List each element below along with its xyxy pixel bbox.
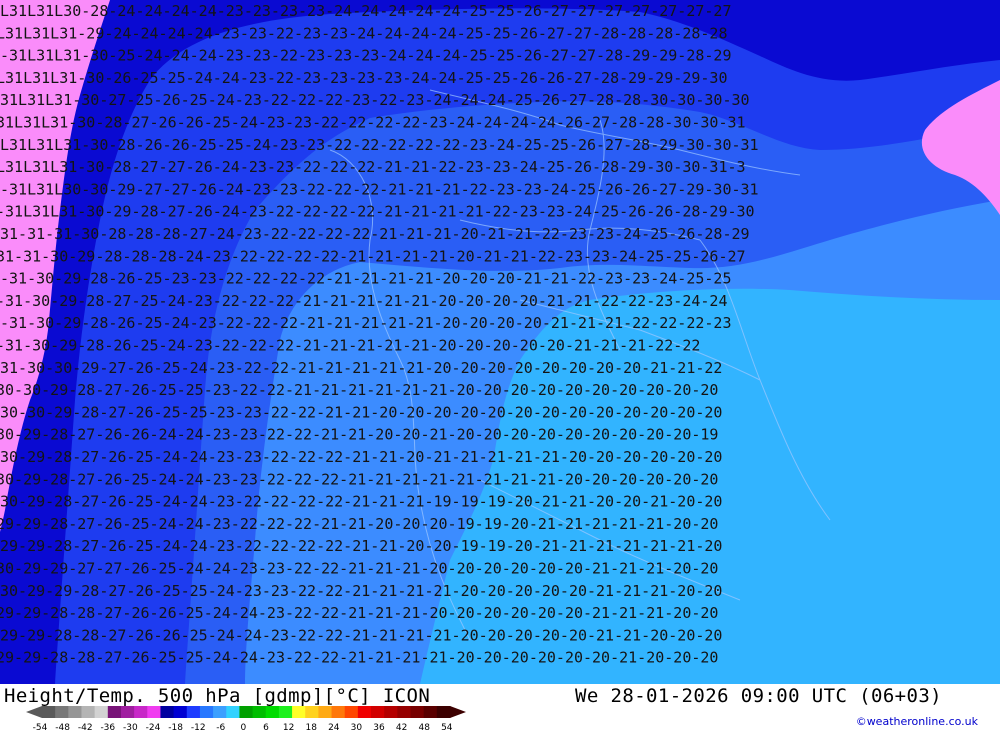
temperature-field: L31L31L30-28-24-24-24-24-23-23-23-23-24-… bbox=[0, 0, 1000, 684]
scale-label: 42 bbox=[396, 723, 407, 732]
scale-swatch bbox=[68, 706, 82, 718]
scale-label: 54 bbox=[441, 723, 453, 732]
contour-label-row: 30-29-28-27-26-26-24-24-23-23-22-22-21-2… bbox=[0, 426, 718, 444]
contour-label-row: 31L31L31-30-28-27-26-26-25-24-23-23-22-2… bbox=[0, 114, 746, 132]
contour-label-row: L31L31L31-30-26-25-25-24-24-23-22-23-23-… bbox=[0, 69, 728, 87]
site-credit[interactable]: ©weatheronline.co.uk bbox=[856, 715, 978, 728]
contour-label-row: 30-30-29-28-27-26-25-25-23-23-22-22-21-2… bbox=[0, 403, 722, 421]
scale-swatch bbox=[239, 706, 254, 718]
scale-label: -12 bbox=[191, 723, 206, 732]
scale-swatch bbox=[357, 706, 372, 718]
contour-label-row: -31L31L31-30-29-28-27-26-24-23-22-22-22-… bbox=[0, 203, 755, 221]
scale-swatch bbox=[81, 706, 96, 718]
scale-label: -54 bbox=[33, 723, 48, 732]
scale-swatch bbox=[213, 706, 227, 718]
contour-label-row: L31L31L31-30-28-27-27-26-24-23-23-22-22-… bbox=[0, 158, 746, 176]
contour-label-row: L31L31L30-28-24-24-24-24-23-23-23-23-24-… bbox=[0, 2, 732, 20]
contour-label-row: 30-29-28-27-26-25-24-24-23-23-22-22-22-2… bbox=[0, 448, 722, 466]
scale-label: 30 bbox=[351, 723, 363, 732]
scale-label: 6 bbox=[263, 723, 269, 732]
scale-label: -30 bbox=[123, 723, 138, 732]
scale-swatch bbox=[55, 706, 69, 718]
scale-label: 24 bbox=[328, 723, 340, 732]
scale-label: -42 bbox=[78, 723, 93, 732]
scale-label: -6 bbox=[216, 723, 225, 732]
contour-label-row: 30-29-29-27-27-26-25-24-24-23-23-22-22-2… bbox=[0, 560, 718, 578]
scale-label: -36 bbox=[100, 723, 115, 732]
scale-swatch bbox=[147, 706, 161, 718]
scale-swatch bbox=[265, 706, 280, 718]
contour-label-row: 29-29-28-27-26-25-24-24-23-22-22-22-21-2… bbox=[0, 515, 718, 533]
contour-label-row: 29-29-28-28-27-26-25-25-24-24-23-22-22-2… bbox=[0, 649, 718, 667]
scale-arrow-left bbox=[26, 706, 42, 718]
scale-label: -18 bbox=[168, 723, 183, 732]
map-title: Height/Temp. 500 hPa [gdmp][°C] ICON bbox=[4, 685, 431, 707]
scale-swatch bbox=[397, 706, 412, 718]
scale-label: 12 bbox=[283, 723, 294, 732]
scale-swatch bbox=[94, 706, 109, 718]
scale-swatch bbox=[173, 706, 188, 718]
contour-label-row: 31-31-30-29-28-28-28-24-23-22-22-22-22-2… bbox=[0, 247, 746, 265]
contour-label-row: 29-29-28-27-26-25-24-24-23-22-22-22-22-2… bbox=[0, 537, 722, 555]
scale-swatch bbox=[107, 706, 122, 718]
color-scale-bar bbox=[26, 706, 466, 718]
color-scale-legend: -54 -48 -42 -36 -30 -24 -18 -12 -6 0 6 12 18 24 30 36 42… bbox=[26, 706, 466, 732]
contour-label-row: L31L31L31-29-24-24-24-24-23-23-22-23-23-… bbox=[0, 24, 728, 42]
scale-swatch bbox=[160, 706, 175, 718]
contour-label-row: 31-31-31-30-28-28-28-27-24-23-22-22-22-2… bbox=[0, 225, 750, 243]
scale-swatch bbox=[226, 706, 240, 718]
contour-label-row: 30-29-28-27-26-25-24-24-23-22-22-22-22-2… bbox=[0, 493, 722, 511]
scale-swatch bbox=[410, 706, 425, 718]
scale-swatch bbox=[120, 706, 135, 718]
scale-swatch bbox=[252, 706, 267, 718]
scale-swatch bbox=[318, 706, 333, 718]
scale-swatch bbox=[186, 706, 201, 718]
scale-arrow-right bbox=[450, 706, 466, 718]
contour-label-row: 30-29-29-28-27-26-25-25-24-23-23-22-22-2… bbox=[0, 582, 722, 600]
scale-label: 36 bbox=[373, 723, 385, 732]
scale-label: 48 bbox=[418, 723, 430, 732]
scale-swatch bbox=[371, 706, 385, 718]
scale-swatch bbox=[134, 706, 148, 718]
weather-map: L31L31L30-28-24-24-24-24-23-23-23-23-24-… bbox=[0, 0, 1000, 684]
contour-label-row: -31-30-29-28-27-25-24-23-22-22-22-21-21-… bbox=[0, 292, 728, 310]
scale-swatch bbox=[344, 706, 359, 718]
valid-time: We 28-01-2026 09:00 UTC (06+03) bbox=[575, 685, 943, 707]
contour-label-row: 30-30-29-28-27-26-25-25-23-22-22-21-21-2… bbox=[0, 381, 718, 399]
scale-label: 18 bbox=[305, 723, 317, 732]
contour-label-row: L31L31L31-30-28-26-26-25-25-24-23-23-22-… bbox=[0, 136, 759, 154]
contour-label-row: -31-30-29-28-26-25-23-23-22-22-22-22-21-… bbox=[0, 270, 732, 288]
contour-label-row: -31L31L30-30-29-27-27-26-24-23-23-22-22-… bbox=[0, 180, 759, 198]
contour-label-row: -31-30-29-28-26-25-24-23-22-22-22-21-21-… bbox=[0, 337, 700, 355]
scale-label: -24 bbox=[146, 723, 161, 732]
scale-swatch bbox=[436, 706, 451, 718]
scale-swatch bbox=[278, 706, 293, 718]
scale-label: 0 bbox=[241, 723, 247, 732]
scale-swatch bbox=[305, 706, 319, 718]
contour-label-row: 31-30-30-29-27-26-25-24-23-22-22-21-21-2… bbox=[0, 359, 722, 377]
scale-swatch bbox=[292, 706, 306, 718]
scale-swatch bbox=[199, 706, 214, 718]
scale-swatch bbox=[331, 706, 346, 718]
contour-label-row: 31L31L31-30-27-25-26-25-24-23-22-22-22-2… bbox=[0, 91, 750, 109]
scale-swatch bbox=[384, 706, 398, 718]
contour-label-row: -31-30-29-28-26-25-24-23-22-22-22-21-21-… bbox=[0, 314, 732, 332]
scale-swatch bbox=[42, 706, 56, 718]
color-scale-labels: -54 -48 -42 -36 -30 -24 -18 -12 -6 0 6 12 18 24 30 36 42… bbox=[33, 723, 453, 732]
map-footer: Height/Temp. 500 hPa [gdmp][°C] ICON We … bbox=[0, 684, 1000, 733]
contour-label-row: 29-29-28-28-27-26-26-25-24-24-23-22-22-2… bbox=[0, 626, 722, 644]
scale-label: -48 bbox=[55, 723, 70, 732]
scale-swatch bbox=[423, 706, 438, 718]
contour-label-row: -31L31L31-30-25-24-24-24-23-23-22-23-23-… bbox=[0, 47, 732, 65]
contour-label-row: 29-29-28-28-27-26-26-25-24-24-23-22-22-2… bbox=[0, 604, 718, 622]
contour-label-row: 30-29-28-27-26-25-24-24-23-23-22-22-22-2… bbox=[0, 470, 718, 488]
